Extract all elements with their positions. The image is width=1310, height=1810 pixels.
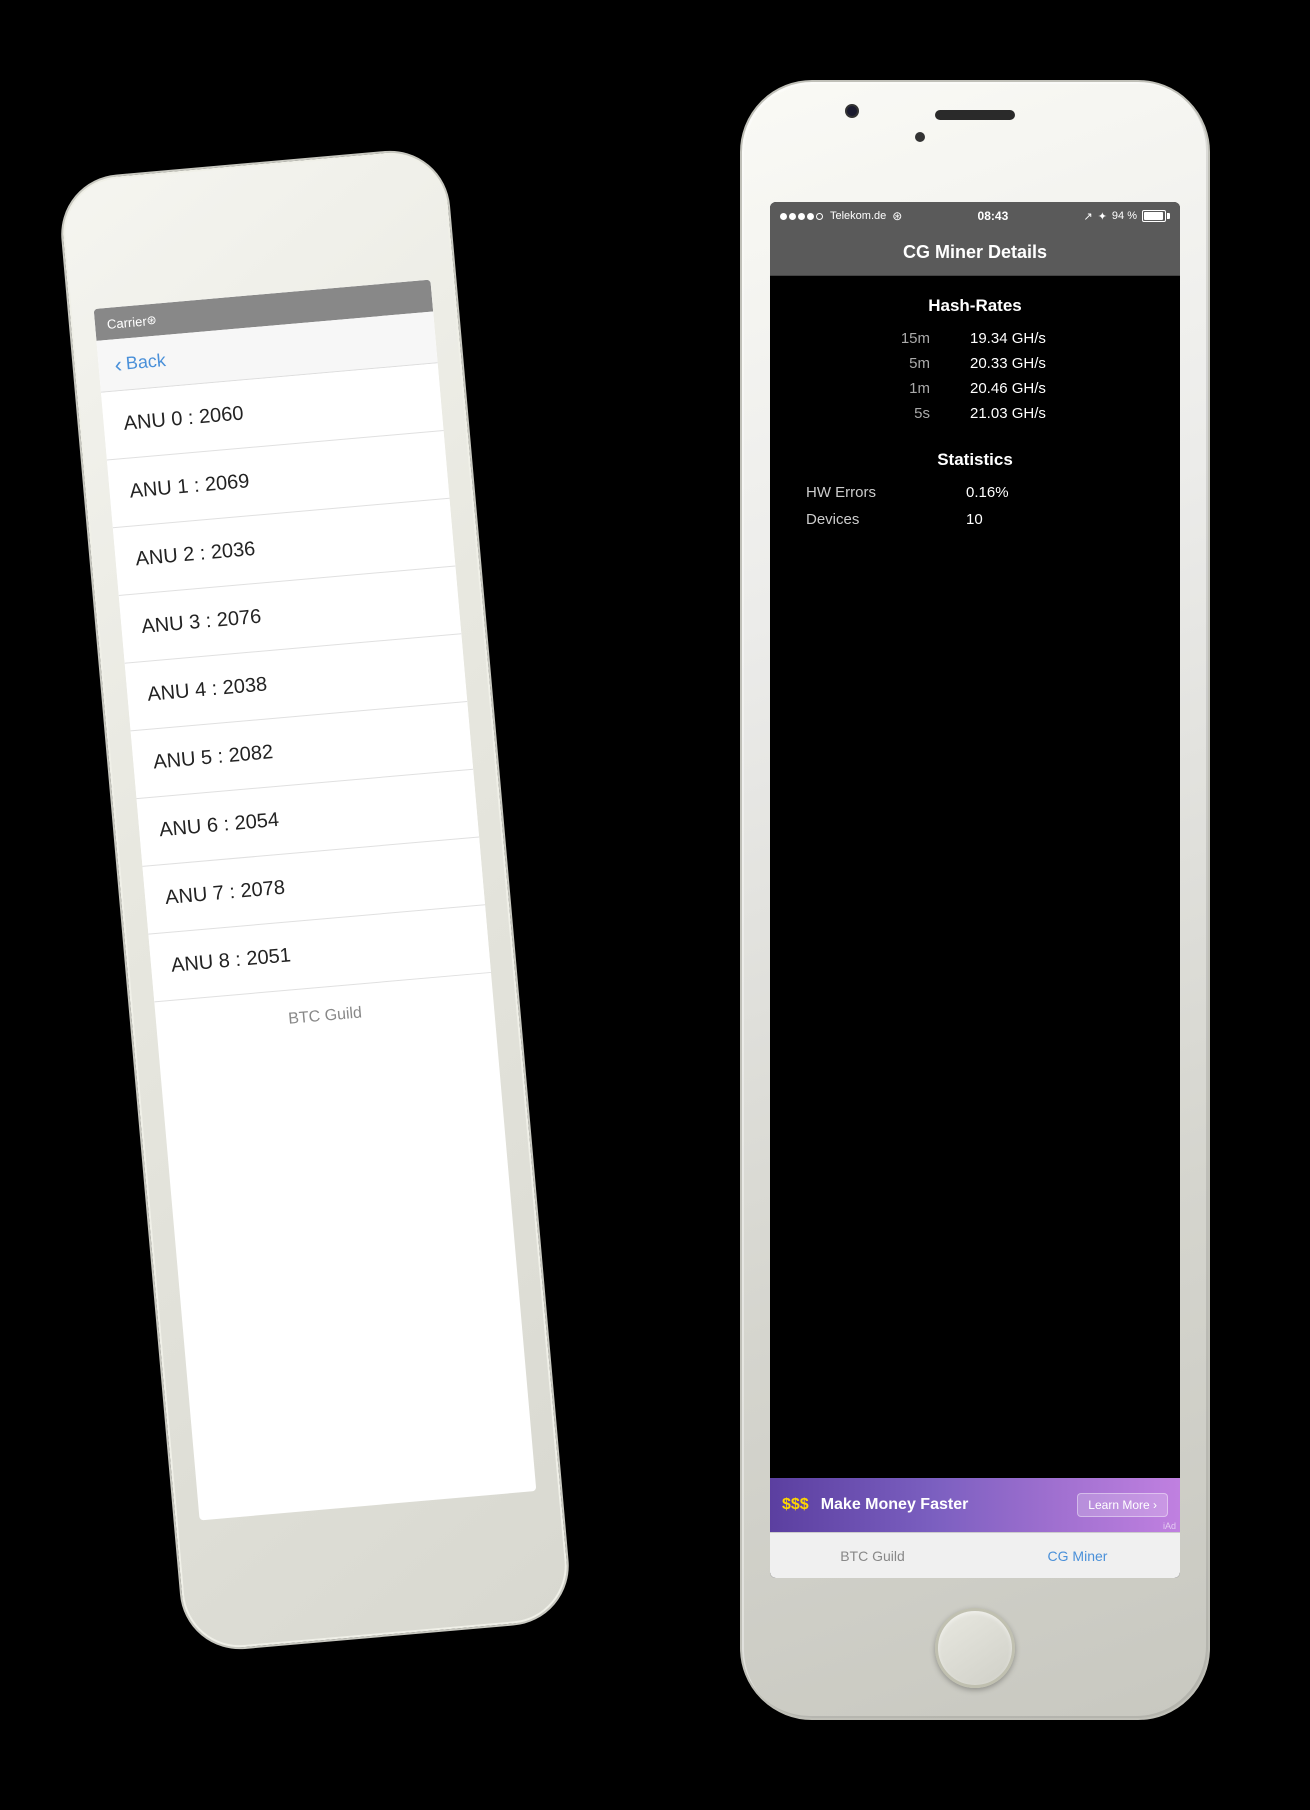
bluetooth-icon: ✦ [1098, 210, 1107, 223]
ad-badge: iAd [1163, 1521, 1176, 1531]
devices-key: Devices [806, 511, 906, 528]
status-time: 08:43 [978, 209, 1009, 223]
hash-value-15m: 19.34 GH/s [970, 330, 1060, 347]
back-wifi-icon: ⊛ [146, 313, 157, 328]
signal-dot [789, 213, 796, 220]
hash-value-5s: 21.03 GH/s [970, 405, 1060, 422]
signal-dot-empty [816, 213, 823, 220]
back-button[interactable]: ‹ Back [114, 349, 167, 375]
carrier-label: Telekom.de [830, 210, 886, 222]
battery-tip [1167, 213, 1170, 219]
front-phone: Telekom.de ⊛ 08:43 ↗ ✦ 94 % [740, 80, 1210, 1720]
hash-rates-title: Hash-Rates [786, 296, 1164, 316]
back-button-label: Back [125, 350, 167, 374]
status-left: Telekom.de ⊛ [780, 209, 902, 223]
hash-label-5m: 5m [890, 355, 930, 372]
back-carrier: Carrier [106, 313, 147, 331]
status-right: ↗ ✦ 94 % [1083, 210, 1170, 223]
hash-label-5s: 5s [890, 405, 930, 422]
hash-row-5m: 5m 20.33 GH/s [786, 355, 1164, 372]
hw-errors-key: HW Errors [806, 484, 906, 501]
bottom-tab-bar: BTC Guild CG Miner [770, 1532, 1180, 1578]
stat-row-hw: HW Errors 0.16% [786, 484, 1164, 501]
devices-value: 10 [966, 511, 983, 528]
ad-learn-button[interactable]: Learn More › [1077, 1493, 1168, 1517]
ad-text: Make Money Faster [821, 1496, 969, 1514]
tab-cg-miner[interactable]: CG Miner [975, 1548, 1180, 1564]
hw-errors-value: 0.16% [966, 484, 1009, 501]
camera-icon [845, 104, 859, 118]
tab-btc-guild[interactable]: BTC Guild [770, 1548, 975, 1564]
ios-status-bar: Telekom.de ⊛ 08:43 ↗ ✦ 94 % [770, 202, 1180, 230]
hash-row-15m: 15m 19.34 GH/s [786, 330, 1164, 347]
ad-content: $$$ Make Money Faster [782, 1496, 968, 1514]
signal-dot [780, 213, 787, 220]
back-phone-shell: Carrier ⊛ ‹ Back ANU 0 : 2060 ANU 1 : 20… [56, 146, 574, 1654]
back-phone: Carrier ⊛ ‹ Back ANU 0 : 2060 ANU 1 : 20… [56, 146, 574, 1654]
hash-row-5s: 5s 21.03 GH/s [786, 405, 1164, 422]
ad-dollar-sign: $$$ [782, 1496, 809, 1514]
hash-label-1m: 1m [890, 380, 930, 397]
battery-body [1142, 210, 1166, 222]
front-screen: Telekom.de ⊛ 08:43 ↗ ✦ 94 % [770, 202, 1180, 1578]
location-icon: ↗ [1083, 210, 1092, 223]
speaker-icon [935, 110, 1015, 120]
back-screen: Carrier ⊛ ‹ Back ANU 0 : 2060 ANU 1 : 20… [94, 280, 537, 1521]
app-nav-title: CG Miner Details [903, 242, 1047, 263]
battery-fill [1144, 212, 1163, 220]
wifi-icon: ⊛ [892, 209, 902, 223]
screen-content: Hash-Rates 15m 19.34 GH/s 5m 20.33 GH/s … [770, 276, 1180, 1578]
sensor-dot [915, 132, 925, 142]
signal-dots [780, 213, 823, 220]
back-list: ANU 0 : 2060 ANU 1 : 2069 ANU 2 : 2036 A… [101, 363, 491, 1002]
home-button[interactable] [935, 1608, 1015, 1688]
front-phone-shell: Telekom.de ⊛ 08:43 ↗ ✦ 94 % [740, 80, 1210, 1720]
statistics-title: Statistics [786, 450, 1164, 470]
ad-banner[interactable]: $$$ Make Money Faster Learn More › [770, 1478, 1180, 1532]
hash-row-1m: 1m 20.46 GH/s [786, 380, 1164, 397]
hash-label-15m: 15m [890, 330, 930, 347]
divider [786, 430, 1164, 450]
back-chevron-icon: ‹ [114, 353, 123, 376]
stat-row-devices: Devices 10 [786, 511, 1164, 528]
hash-value-1m: 20.46 GH/s [970, 380, 1060, 397]
signal-dot [807, 213, 814, 220]
signal-dot [798, 213, 805, 220]
battery-icon [1142, 210, 1170, 222]
app-nav-bar: CG Miner Details [770, 230, 1180, 276]
hash-value-5m: 20.33 GH/s [970, 355, 1060, 372]
